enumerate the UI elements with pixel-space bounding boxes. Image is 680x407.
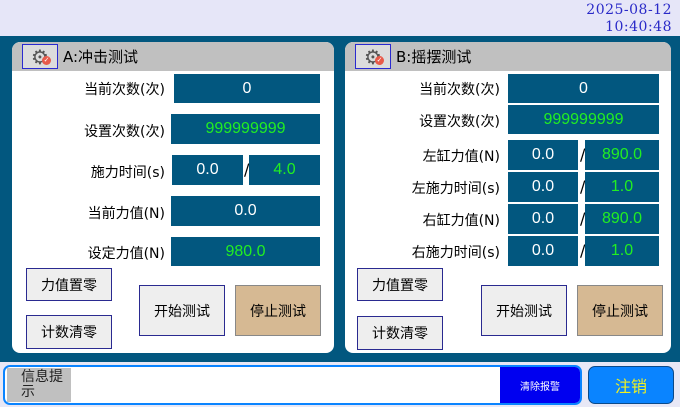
- label-set-count: 设置次数(次): [419, 114, 500, 130]
- set-force-a[interactable]: 980.0: [171, 237, 320, 266]
- current-count-a: 0: [174, 74, 320, 103]
- force-time-current-a: 0.0: [172, 155, 243, 185]
- left-time-current: 0.0: [508, 172, 578, 202]
- label-current-force: 当前力值(N): [87, 206, 165, 222]
- current-force-a: 0.0: [171, 196, 320, 226]
- check-badge-icon: ✓: [42, 56, 51, 65]
- info-text: [71, 368, 499, 402]
- settings-button[interactable]: ⚙ ✓: [355, 44, 391, 69]
- right-time-set[interactable]: 1.0: [585, 236, 659, 266]
- panel-b-title: B:摇摆测试: [396, 48, 472, 66]
- set-count-a[interactable]: 999999999: [171, 114, 320, 144]
- zero-force-button-b[interactable]: 力值置零: [357, 268, 443, 301]
- clock-time: 10:40:48: [605, 19, 672, 35]
- clear-count-button-b[interactable]: 计数清零: [357, 316, 443, 350]
- logout-button[interactable]: 注销: [588, 366, 674, 404]
- left-force-current: 0.0: [508, 140, 578, 170]
- info-label: 信息提示: [7, 368, 71, 402]
- current-count-b: 0: [508, 74, 659, 103]
- label-current-count: 当前次数(次): [84, 82, 165, 98]
- force-time-set-a[interactable]: 4.0: [249, 155, 320, 185]
- set-count-b[interactable]: 999999999: [508, 105, 659, 134]
- settings-button[interactable]: ⚙ ✓: [22, 44, 58, 69]
- label-right-force: 右缸力值(N): [422, 213, 500, 229]
- right-force-set[interactable]: 890.0: [585, 204, 659, 234]
- stop-test-button-a[interactable]: 停止测试: [235, 285, 321, 336]
- label-left-time: 左施力时间(s): [411, 181, 500, 197]
- start-test-button-a[interactable]: 开始测试: [139, 285, 225, 336]
- check-badge-icon: ✓: [375, 56, 384, 65]
- zero-force-button-a[interactable]: 力值置零: [26, 268, 112, 301]
- panel-b-header: ⚙ ✓ B:摇摆测试: [345, 42, 671, 71]
- label-set-count: 设置次数(次): [84, 124, 165, 140]
- panel-a-header: ⚙ ✓ A:冲击测试: [12, 42, 334, 71]
- clear-alarm-button[interactable]: 清除报警: [500, 367, 580, 403]
- right-force-current: 0.0: [508, 204, 578, 234]
- label-force-time: 施力时间(s): [90, 165, 165, 181]
- left-force-set[interactable]: 890.0: [585, 140, 659, 170]
- start-test-button-b[interactable]: 开始测试: [481, 285, 567, 336]
- label-set-force: 设定力值(N): [87, 246, 165, 262]
- top-bar: 2025-08-12 10:40:48: [0, 0, 680, 36]
- stop-test-button-b[interactable]: 停止测试: [577, 285, 663, 336]
- panel-a-title: A:冲击测试: [63, 48, 139, 66]
- label-right-time: 右施力时间(s): [411, 245, 500, 261]
- info-bar: 信息提示 清除报警: [3, 365, 582, 405]
- left-time-set[interactable]: 1.0: [585, 172, 659, 202]
- right-time-current: 0.0: [508, 236, 578, 266]
- clock-date: 2025-08-12: [586, 2, 672, 18]
- label-left-force: 左缸力值(N): [422, 149, 500, 165]
- clear-count-button-a[interactable]: 计数清零: [26, 315, 112, 349]
- label-current-count: 当前次数(次): [419, 82, 500, 98]
